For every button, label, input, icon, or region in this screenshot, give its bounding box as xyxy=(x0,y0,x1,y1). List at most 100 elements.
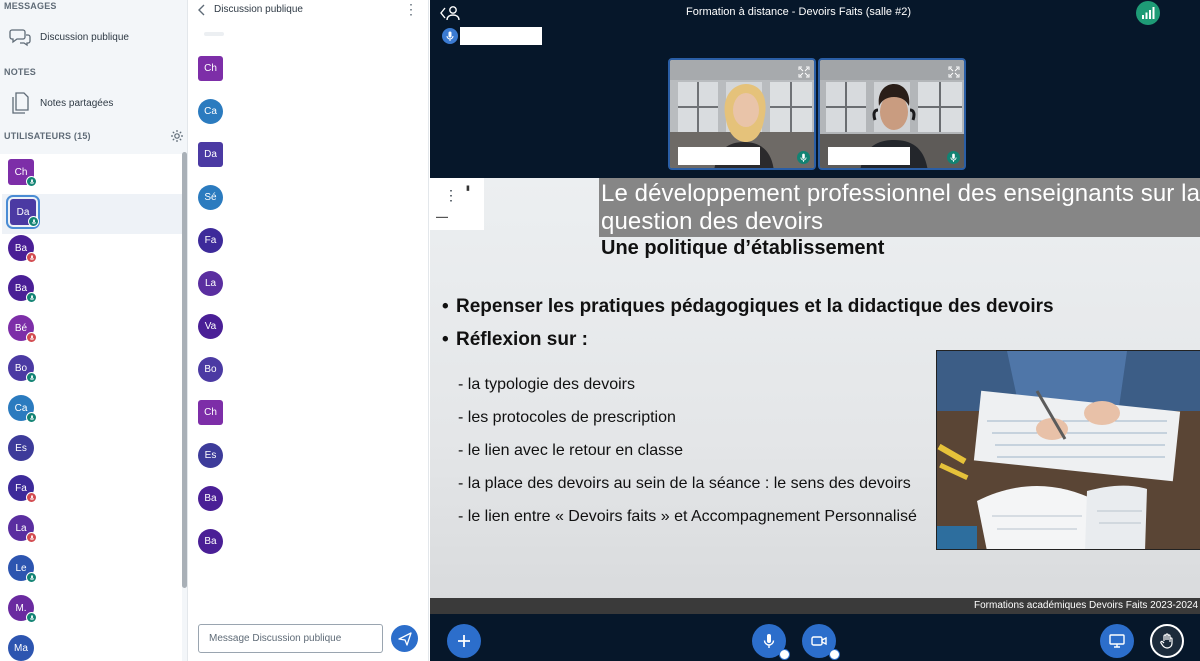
chat-message-avatar: Bo xyxy=(198,357,223,382)
send-message-button[interactable] xyxy=(391,625,418,652)
video-tile-2[interactable] xyxy=(818,58,966,170)
raise-hand-button[interactable] xyxy=(1150,624,1184,658)
slide-subitem: - le lien avec le retour en classe xyxy=(458,442,683,459)
slide-footer: Formations académiques Devoirs Faits 202… xyxy=(974,600,1198,611)
user-list-item[interactable]: Es xyxy=(0,430,182,470)
user-list-item[interactable]: Bé xyxy=(0,310,182,350)
chevron-left-icon[interactable] xyxy=(196,3,208,17)
user-list-item[interactable]: Bo xyxy=(0,350,182,390)
participant-name-label xyxy=(828,147,910,165)
user-list-item[interactable]: Ch xyxy=(0,154,182,194)
talking-indicator xyxy=(460,27,542,45)
slide-subitem: - la place des devoirs au sein de la séa… xyxy=(458,475,911,492)
presentation-button[interactable] xyxy=(1100,624,1134,658)
chat-header: Discussion publique ⋮ xyxy=(188,0,429,22)
presentation-options-icon[interactable]: ⋮ xyxy=(444,188,458,204)
microphone-muted-icon xyxy=(26,332,37,343)
gear-icon[interactable] xyxy=(170,129,184,143)
chat-title: Discussion publique xyxy=(214,4,303,15)
slide-logo xyxy=(430,178,484,230)
user-list-item[interactable]: La xyxy=(0,510,182,550)
chat-message-avatar: Ba xyxy=(198,486,223,511)
signal-bars-icon xyxy=(1142,7,1155,19)
users-section-title: UTILISATEURS (15) xyxy=(4,131,91,141)
user-list-item[interactable]: Fa xyxy=(0,470,182,510)
chat-message-avatar: Va xyxy=(198,314,223,339)
slide-subitem: - la typologie des devoirs xyxy=(458,376,635,393)
meeting-stage: Formation à distance - Devoirs Faits (sa… xyxy=(430,0,1200,661)
video-tile-1[interactable] xyxy=(668,58,816,170)
connection-status-button[interactable] xyxy=(1136,1,1160,25)
slide-title: Le développement professionnel des ensei… xyxy=(601,180,1200,235)
actions-button[interactable] xyxy=(447,624,481,658)
slide-subtitle: Une politique d’établissement xyxy=(601,237,885,259)
more-options-icon[interactable]: ⋮ xyxy=(404,2,418,18)
chat-message-input[interactable] xyxy=(198,624,383,653)
talking-mic-icon xyxy=(442,28,458,44)
slide-subitem: - le lien entre « Devoirs faits » et Acc… xyxy=(458,508,917,525)
user-list-item[interactable]: Ca xyxy=(0,390,182,430)
microphone-muted-icon xyxy=(26,492,37,503)
microphone-on-icon xyxy=(26,572,37,583)
chat-message-avatar: Es xyxy=(198,443,223,468)
chat-bubbles-icon xyxy=(0,27,40,47)
slide-bullet: • Repenser les pratiques pédagogiques et … xyxy=(442,296,1054,317)
microphone-muted-icon xyxy=(26,252,37,263)
microphone-button[interactable] xyxy=(752,624,790,660)
chat-message-avatar: Da xyxy=(198,142,223,167)
public-chat-panel: Discussion publique ⋮ Ch Ca Da Sé Fa La Va Bo Ch… xyxy=(188,0,429,661)
shared-notes-label: Notes partagées xyxy=(40,97,114,109)
app-window: MESSAGES Discussion publique NOTES Notes… xyxy=(0,0,1200,661)
chat-message-fragment xyxy=(204,32,224,36)
notes-section-title: NOTES xyxy=(4,67,37,77)
presentation-area[interactable]: ⋮ ▮ ▬▬▬ Le développement professionnel d… xyxy=(430,178,1200,614)
shared-notes-item[interactable]: Notes partagées xyxy=(0,86,187,120)
notes-icon xyxy=(0,92,40,114)
plus-icon xyxy=(458,635,470,647)
chat-message-avatar: Ba xyxy=(198,529,223,554)
user-list-item[interactable]: Le xyxy=(0,550,182,590)
microphone-on-icon xyxy=(797,151,810,164)
users-list[interactable]: Ch Da Ba Ba Bé Bo Ca Es Fa La Le M. Ma xyxy=(0,154,182,661)
fullscreen-icon[interactable] xyxy=(948,65,960,78)
microphone-options-toggle[interactable] xyxy=(779,649,790,660)
camera-button[interactable] xyxy=(802,624,840,660)
microphone-on-icon xyxy=(26,612,37,623)
user-list-item[interactable]: Ma xyxy=(0,630,182,661)
participant-name-label xyxy=(678,147,760,165)
public-chat-item[interactable]: Discussion publique xyxy=(0,20,187,54)
hand-icon xyxy=(1160,633,1173,649)
user-list-item[interactable]: Ba xyxy=(0,270,182,310)
user-avatar: Es xyxy=(8,435,34,461)
slide-bullet-text: Réflexion sur : xyxy=(456,329,588,350)
slide-subitem: - les protocoles de prescription xyxy=(458,409,676,426)
users-scrollbar[interactable] xyxy=(182,152,187,588)
user-list-item[interactable]: Da xyxy=(0,194,182,234)
chat-message-avatar: Ch xyxy=(198,56,223,81)
camera-options-toggle[interactable] xyxy=(829,649,840,660)
user-list-item[interactable]: Ba xyxy=(0,230,182,270)
user-list-item[interactable]: M. xyxy=(0,590,182,630)
microphone-on-icon xyxy=(26,176,37,187)
send-icon xyxy=(397,631,412,646)
microphone-icon xyxy=(763,634,775,648)
logo-caption: ▬▬▬ xyxy=(436,214,448,219)
slide-bullet: • Réflexion sur : xyxy=(442,329,588,350)
meeting-title: Formation à distance - Devoirs Faits (sa… xyxy=(686,6,911,18)
microphone-on-icon xyxy=(28,216,39,227)
chat-message-avatar: Fa xyxy=(198,228,223,253)
microphone-on-icon xyxy=(26,292,37,303)
chat-message-avatar: La xyxy=(198,271,223,296)
chat-message-avatar: Ch xyxy=(198,400,223,425)
user-list-panel: MESSAGES Discussion publique NOTES Notes… xyxy=(0,0,188,661)
slide-photo xyxy=(936,350,1200,550)
microphone-on-icon xyxy=(26,412,37,423)
public-chat-label: Discussion publique xyxy=(40,31,129,43)
screen-share-icon xyxy=(1109,634,1125,648)
slide-bullet-text: Repenser les pratiques pédagogiques et l… xyxy=(456,296,1054,317)
chat-message-avatar: Sé xyxy=(198,185,223,210)
messages-section-title: MESSAGES xyxy=(4,1,57,11)
fullscreen-icon[interactable] xyxy=(798,65,810,78)
user-avatar: Ma xyxy=(8,635,34,661)
video-camera-icon xyxy=(811,636,827,646)
